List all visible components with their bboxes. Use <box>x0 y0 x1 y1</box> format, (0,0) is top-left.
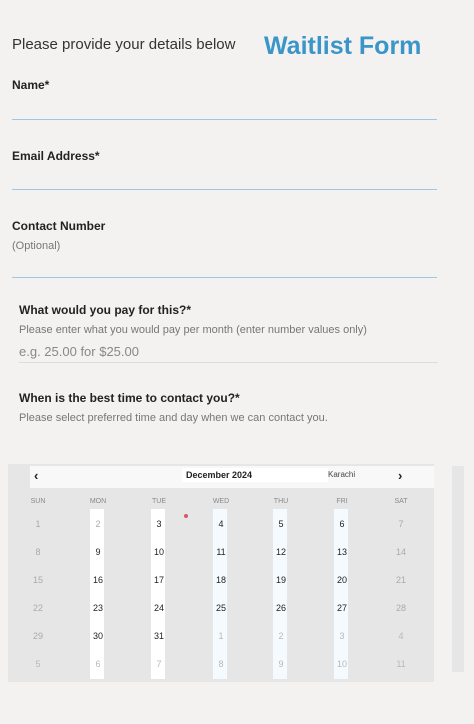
day-column <box>334 509 348 679</box>
email-input[interactable] <box>12 189 437 190</box>
weekday-header: THU <box>273 498 289 505</box>
calendar-day[interactable]: 19 <box>261 575 301 585</box>
calendar-day[interactable]: 30 <box>78 631 118 641</box>
calendar-day[interactable]: 15 <box>18 575 58 585</box>
calendar-day[interactable]: 22 <box>18 603 58 613</box>
calendar-day[interactable]: 24 <box>139 603 179 613</box>
weekday-header: MON <box>89 498 107 505</box>
side-strip <box>452 466 464 672</box>
time-label: When is the best time to contact you?* <box>19 391 240 405</box>
weekday-header: FRI <box>336 498 348 505</box>
price-label: What would you pay for this?* <box>19 303 191 317</box>
email-label: Email Address* <box>12 149 100 163</box>
calendar-day[interactable]: 3 <box>322 631 362 641</box>
calendar-day[interactable]: 5 <box>261 519 301 529</box>
weekday-header: SAT <box>394 498 408 505</box>
prev-month-button[interactable]: ‹ <box>34 468 38 483</box>
calendar-day[interactable]: 4 <box>381 631 421 641</box>
name-label: Name* <box>12 78 50 92</box>
calendar-day[interactable]: 6 <box>322 519 362 529</box>
calendar-day[interactable]: 13 <box>322 547 362 557</box>
calendar-day[interactable]: 10 <box>322 659 362 669</box>
price-underline <box>19 362 438 363</box>
calendar-day[interactable]: 28 <box>381 603 421 613</box>
day-column <box>90 509 104 679</box>
calendar-day[interactable]: 17 <box>139 575 179 585</box>
calendar-day[interactable]: 7 <box>381 519 421 529</box>
day-column <box>213 509 227 679</box>
calendar-day[interactable]: 31 <box>139 631 179 641</box>
month-label: December 2024 <box>182 468 328 482</box>
calendar-day[interactable]: 8 <box>201 659 241 669</box>
weekday-header: SUN <box>30 498 46 505</box>
selected-day-dot <box>184 514 188 518</box>
calendar-day[interactable]: 27 <box>322 603 362 613</box>
calendar-day[interactable]: 6 <box>78 659 118 669</box>
intro-text: Please provide your details below <box>12 36 236 53</box>
calendar-day[interactable]: 14 <box>381 547 421 557</box>
calendar-day[interactable]: 11 <box>381 659 421 669</box>
calendar-day[interactable]: 26 <box>261 603 301 613</box>
calendar-day[interactable]: 3 <box>139 519 179 529</box>
calendar-day[interactable]: 16 <box>78 575 118 585</box>
calendar-day[interactable]: 2 <box>261 631 301 641</box>
calendar-day[interactable]: 10 <box>139 547 179 557</box>
next-month-button[interactable]: › <box>398 468 402 483</box>
calendar-day[interactable]: 4 <box>201 519 241 529</box>
contact-hint: (Optional) <box>12 240 61 252</box>
calendar-day[interactable]: 2 <box>78 519 118 529</box>
timezone-label: Karachi <box>328 470 356 479</box>
calendar-day[interactable]: 11 <box>201 547 241 557</box>
calendar-day[interactable]: 23 <box>78 603 118 613</box>
weekday-header: TUE <box>152 498 166 505</box>
form-title: Waitlist Form <box>264 32 422 60</box>
calendar-day[interactable]: 1 <box>201 631 241 641</box>
calendar-day[interactable]: 7 <box>139 659 179 669</box>
calendar-day[interactable]: 1 <box>18 519 58 529</box>
calendar-day[interactable]: 21 <box>381 575 421 585</box>
price-hint: Please enter what you would pay per mont… <box>19 324 367 336</box>
calendar-day[interactable]: 12 <box>261 547 301 557</box>
time-hint: Please select preferred time and day whe… <box>19 412 328 424</box>
contact-input[interactable] <box>12 277 437 278</box>
calendar-day[interactable]: 9 <box>78 547 118 557</box>
calendar-day[interactable]: 25 <box>201 603 241 613</box>
contact-label: Contact Number <box>12 219 106 233</box>
calendar-day[interactable]: 5 <box>18 659 58 669</box>
name-input[interactable] <box>12 119 437 120</box>
price-input[interactable]: e.g. 25.00 for $25.00 <box>19 344 139 359</box>
weekday-header: WED <box>212 498 230 505</box>
calendar: ‹ December 2024 Karachi › SUN MON TUE WED TH… <box>8 464 434 682</box>
calendar-day[interactable]: 18 <box>201 575 241 585</box>
calendar-day[interactable]: 29 <box>18 631 58 641</box>
day-column <box>273 509 287 679</box>
calendar-day[interactable]: 8 <box>18 547 58 557</box>
calendar-day[interactable]: 20 <box>322 575 362 585</box>
calendar-day[interactable]: 9 <box>261 659 301 669</box>
day-column <box>151 509 165 679</box>
